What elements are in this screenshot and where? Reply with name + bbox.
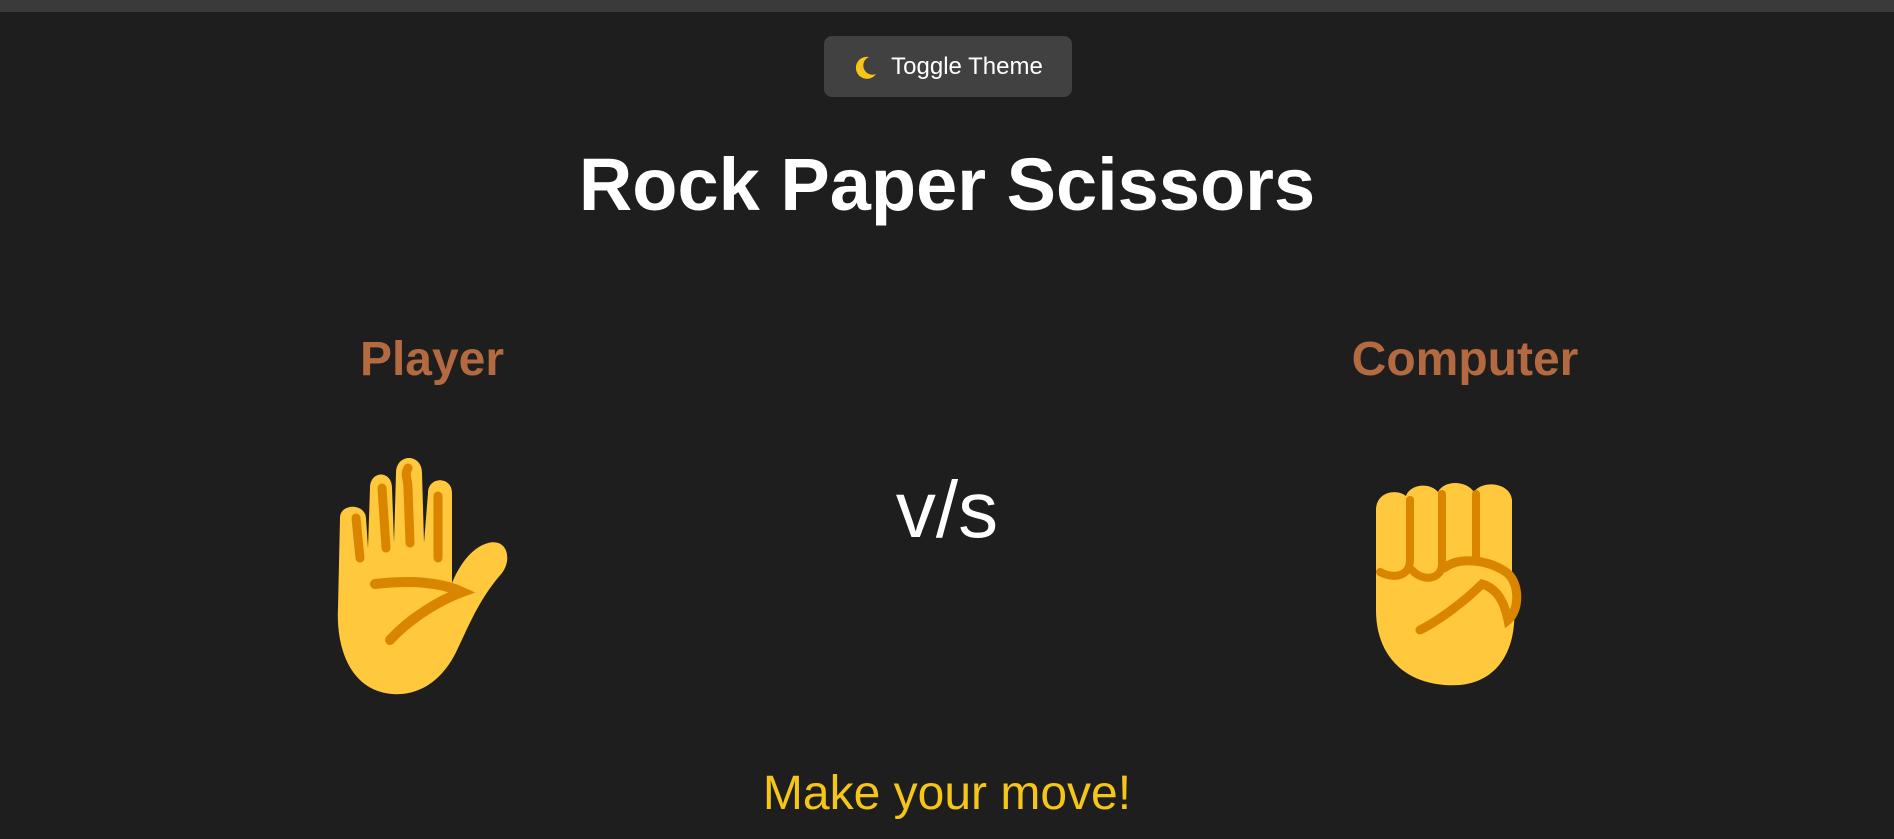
crescent-moon-icon: [856, 56, 877, 79]
vs-label: v/s: [895, 465, 999, 554]
status-message: Make your move!: [762, 767, 1132, 820]
toggle-theme-label: Toggle Theme: [891, 52, 1043, 80]
raised-hand-icon: [337, 458, 508, 695]
top-bar: [0, 0, 1894, 12]
page-title: Rock Paper Scissors: [578, 143, 1316, 226]
toggle-theme-button[interactable]: Toggle Theme: [824, 36, 1072, 97]
player-label: Player: [359, 333, 505, 386]
raised-fist-icon: [1376, 483, 1522, 686]
computer-label: Computer: [1351, 333, 1579, 386]
